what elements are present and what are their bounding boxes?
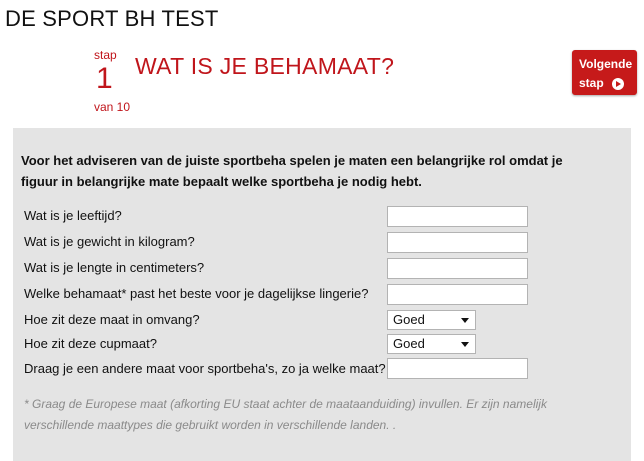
band-fit-select[interactable]: Goed — [387, 310, 476, 330]
question-label-bra-size: Welke behamaat* past het beste voor je d… — [24, 286, 369, 301]
intro-text: Voor het adviseren van de juiste sportbe… — [21, 153, 563, 189]
sports-bra-size-input[interactable] — [387, 358, 528, 379]
question-label-height: Wat is je lengte in centimeters? — [24, 260, 205, 275]
step-label-top: stap — [94, 48, 117, 62]
cup-fit-select[interactable]: Goed — [387, 334, 476, 354]
question-label-sports-bra-size: Draag je een andere maat voor sportbeha'… — [24, 361, 386, 376]
footnote: * Graag de Europese maat (afkorting EU s… — [24, 397, 547, 432]
step-number: 1 — [96, 62, 113, 95]
band-fit-select-value: Goed — [393, 312, 425, 327]
chevron-down-icon — [461, 342, 469, 347]
question-label-weight: Wat is je gewicht in kilogram? — [24, 234, 195, 249]
weight-input[interactable] — [387, 232, 528, 253]
page-title: DE SPORT BH TEST — [5, 6, 219, 31]
question-label-age: Wat is je leeftijd? — [24, 208, 122, 223]
bra-size-input[interactable] — [387, 284, 528, 305]
next-step-button[interactable]: Volgende stap — [572, 50, 637, 95]
question-label-cup-fit: Hoe zit deze cupmaat? — [24, 336, 157, 351]
cup-fit-select-value: Goed — [393, 336, 425, 351]
step-heading: WAT IS JE BEHAMAAT? — [135, 53, 395, 79]
age-input[interactable] — [387, 206, 528, 227]
next-step-label-line2: stap — [579, 76, 604, 90]
next-step-label-line1: Volgende — [579, 57, 633, 71]
step-total-label: van 10 — [94, 100, 131, 114]
chevron-down-icon — [461, 318, 469, 323]
step-indicator: stap 1 van 10 — [94, 48, 134, 114]
question-label-band-fit: Hoe zit deze maat in omvang? — [24, 312, 200, 327]
height-input[interactable] — [387, 258, 528, 279]
arrow-right-circle-icon — [611, 77, 624, 90]
